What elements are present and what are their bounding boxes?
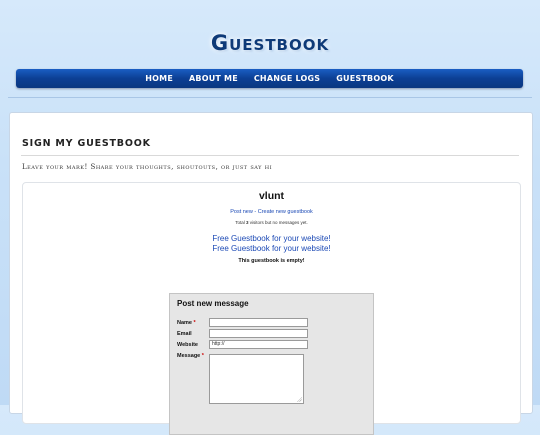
email-field[interactable] bbox=[209, 329, 308, 338]
guestbook-card: SIGN MY GUESTBOOK Leave your mark! Share… bbox=[9, 112, 533, 435]
post-message-form: Post new message Name * Email Website ht… bbox=[169, 293, 374, 435]
name-label: Name * bbox=[177, 320, 196, 326]
create-guestbook-link[interactable]: Create new guestbook bbox=[258, 209, 313, 215]
website-label: Website bbox=[177, 342, 198, 348]
guestbook-links: Post new - Create new guestbook bbox=[23, 209, 520, 215]
section-subtitle: Leave your mark! Share your thoughts, sh… bbox=[22, 163, 273, 171]
guestbook-embed: vlunt Post new - Create new guestbook To… bbox=[22, 182, 521, 435]
website-field[interactable]: http:// bbox=[209, 340, 308, 349]
nav-home[interactable]: HOME bbox=[145, 74, 173, 83]
section-title: SIGN MY GUESTBOOK bbox=[22, 138, 151, 149]
email-label: Email bbox=[177, 331, 192, 337]
message-label: Message * bbox=[177, 353, 204, 359]
site-title: Guestbook bbox=[210, 31, 330, 55]
promo-line-2: Free Guestbook for your website! bbox=[23, 244, 520, 253]
guestbook-owner: vlunt bbox=[258, 190, 285, 202]
message-label-text: Message bbox=[177, 353, 201, 359]
post-new-link[interactable]: Post new bbox=[230, 209, 253, 215]
empty-message: This guestbook is empty! bbox=[238, 258, 305, 264]
main-nav: HOME ABOUT ME CHANGE LOGS GUESTBOOK bbox=[16, 69, 523, 88]
promo-line-1: Free Guestbook for your website! bbox=[23, 234, 520, 243]
form-title: Post new message bbox=[177, 299, 249, 308]
nav-guestbook[interactable]: GUESTBOOK bbox=[336, 74, 393, 83]
stats-prefix: Total bbox=[235, 220, 246, 225]
nav-change-logs[interactable]: CHANGE LOGS bbox=[254, 74, 320, 83]
message-textarea[interactable] bbox=[209, 354, 304, 404]
divider bbox=[8, 97, 532, 98]
free-guestbook-link[interactable]: Free Guestbook for your website! bbox=[212, 244, 330, 253]
section-divider bbox=[21, 155, 519, 156]
name-label-text: Name bbox=[177, 320, 192, 326]
visitor-stats: Total 3 visitors but no messages yet. bbox=[23, 220, 520, 225]
nav-about-me[interactable]: ABOUT ME bbox=[189, 74, 238, 83]
required-mark: * bbox=[193, 320, 196, 326]
resize-grip-icon[interactable] bbox=[297, 397, 302, 402]
stats-suffix: visitors but no messages yet. bbox=[248, 220, 308, 225]
free-guestbook-link[interactable]: Free Guestbook for your website! bbox=[212, 234, 330, 243]
required-mark: * bbox=[201, 353, 204, 359]
name-field[interactable] bbox=[209, 318, 308, 327]
